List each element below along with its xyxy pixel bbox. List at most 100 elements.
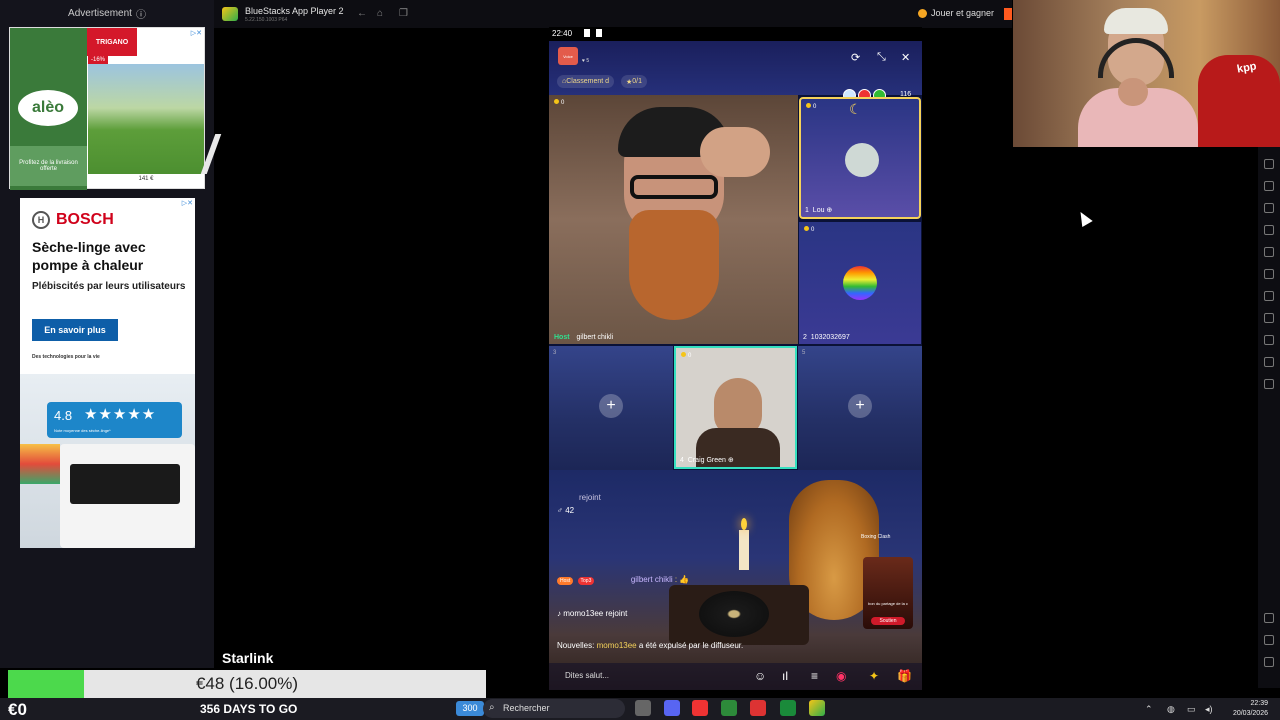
- notification-tab[interactable]: [1004, 8, 1012, 20]
- taskview-icon[interactable]: [635, 700, 651, 716]
- home-icon[interactable]: ⌂: [377, 8, 383, 19]
- keyboard-icon[interactable]: [1264, 159, 1274, 169]
- gamepad-icon[interactable]: [1264, 181, 1274, 191]
- seat-number: 2: [803, 334, 807, 341]
- seat-number: 1: [805, 207, 809, 214]
- back-arrow-icon[interactable]: ←: [357, 8, 367, 19]
- host-tag: Host: [554, 334, 570, 341]
- menu-icon[interactable]: ≡: [811, 669, 818, 683]
- brave-icon[interactable]: [692, 700, 708, 716]
- seat-4[interactable]: 0 4 Craig Green ⊕: [674, 346, 797, 469]
- settings-icon[interactable]: [1264, 613, 1274, 623]
- taskbar-badge[interactable]: 300: [456, 701, 484, 716]
- room-avatar[interactable]: Voice: [558, 47, 578, 65]
- home-icon[interactable]: [1264, 657, 1274, 667]
- jouer-et-gagner-button[interactable]: Jouer et gagner: [931, 8, 994, 18]
- join-seat-plus-icon[interactable]: +: [599, 394, 623, 418]
- mic-icon[interactable]: ◍: [1167, 704, 1175, 715]
- chat-username[interactable]: gilbert chikli: [631, 575, 673, 584]
- close-icon[interactable]: ✕: [901, 51, 910, 64]
- discord-icon[interactable]: [664, 700, 680, 716]
- sync-icon[interactable]: [1264, 379, 1274, 389]
- bosch-brand: BOSCH: [56, 211, 114, 228]
- record-icon[interactable]: [1264, 225, 1274, 235]
- boxing-clash-title[interactable]: Boxing Clash: [861, 534, 891, 540]
- excel-icon[interactable]: [780, 700, 796, 716]
- minimize-icon[interactable]: ⤡: [877, 51, 886, 64]
- days-to-go: 356 DAYS TO GO: [200, 702, 298, 716]
- seat-5-empty[interactable]: 5 +: [798, 346, 922, 470]
- seat-username: Craig Green: [687, 457, 726, 464]
- seat-3-empty[interactable]: 3 +: [549, 346, 673, 470]
- network-icon[interactable]: ▭: [1187, 704, 1196, 715]
- host-seat[interactable]: 0 Host gilbert chikli: [549, 95, 798, 344]
- seat-number: 5: [802, 350, 806, 356]
- screen: Advertisement ⓘ alèo Profitez de la livr…: [0, 0, 1280, 720]
- chat-input[interactable]: Dites salut...: [565, 671, 609, 680]
- host-video: [604, 107, 770, 325]
- back-icon[interactable]: [1264, 635, 1274, 645]
- chat-host-tag: Host: [557, 577, 574, 585]
- chat-count: 42: [565, 506, 575, 515]
- multitask-icon[interactable]: ❐: [399, 8, 408, 19]
- streamer-cap: [1104, 8, 1168, 34]
- play-icon[interactable]: [721, 700, 737, 716]
- boxing-clash-card[interactable]: bon du partage de la c Soutien: [863, 557, 913, 629]
- seat-1[interactable]: 0 ☾ 1 Lou ⊕: [799, 97, 921, 219]
- volume-icon[interactable]: ◂): [1205, 704, 1213, 715]
- news-text: a été expulsé par le diffuseur.: [638, 641, 744, 650]
- host-glasses: [630, 175, 718, 199]
- bosch-title: Sèche-linge avec pompe à chaleur: [32, 239, 146, 273]
- bosch-cta-button[interactable]: En savoir plus: [32, 319, 118, 341]
- gifts-pill[interactable]: ★ 0/1: [621, 75, 648, 88]
- webcam-overlay: kpp: [1013, 0, 1280, 147]
- info-icon[interactable]: ⓘ: [136, 6, 146, 21]
- washer-shape: [60, 444, 195, 548]
- join-seat-plus-icon[interactable]: +: [848, 394, 872, 418]
- chat-join-user[interactable]: momo13ee: [563, 609, 603, 618]
- bosch-product-image: 4.8 ★★★★★ Note moyenne des sèche-linge*: [20, 374, 195, 548]
- search-input[interactable]: Rechercher: [503, 703, 550, 713]
- chat-count-line: ♂ 42: [557, 506, 575, 515]
- shake-icon[interactable]: [1264, 291, 1274, 301]
- avatar[interactable]: [843, 266, 877, 300]
- seat-2[interactable]: 0 2 1032032697: [799, 222, 921, 344]
- emoji-icon[interactable]: ☺: [754, 669, 766, 683]
- adchoices-icon[interactable]: ▷✕: [182, 199, 193, 207]
- washer-panel: [70, 464, 180, 504]
- turntable-shape: [669, 585, 809, 645]
- bluestacks-taskbar-icon[interactable]: [809, 700, 825, 716]
- news-label: Nouvelles:: [557, 641, 595, 650]
- bluestacks-titlebar: BlueStacks App Player 2 5.22.150.1003 P6…: [214, 0, 1012, 28]
- party-icon[interactable]: ✦: [869, 669, 879, 683]
- mic-levels-icon[interactable]: ıl: [782, 669, 788, 683]
- avatar[interactable]: [845, 143, 879, 177]
- adchoices-icon[interactable]: ▷✕: [191, 29, 202, 37]
- media-icon[interactable]: [1264, 247, 1274, 257]
- install-apk-icon[interactable]: [1264, 269, 1274, 279]
- screenshot-icon[interactable]: [1264, 203, 1274, 213]
- share-icon[interactable]: ⟳: [851, 51, 860, 64]
- streamer-hand: [1118, 78, 1148, 106]
- trigano-ad[interactable]: alèo Profitez de la livraison offerte TR…: [9, 27, 256, 190]
- location-icon[interactable]: [1264, 335, 1274, 345]
- clock-date: 20/03/2026: [1232, 710, 1268, 717]
- ranking-pill[interactable]: ⌂ Classement d: [557, 75, 615, 88]
- gift-icon[interactable]: [918, 9, 927, 18]
- battery-icon: [596, 29, 602, 37]
- taskbar-clock[interactable]: 22:39 20/03/2026: [1222, 699, 1268, 719]
- news-user[interactable]: momo13ee: [597, 641, 637, 650]
- game-icon[interactable]: ◉: [836, 669, 846, 683]
- chevron-up-icon[interactable]: ⌃: [1145, 704, 1153, 715]
- macro-icon[interactable]: [1264, 357, 1274, 367]
- aleo-logo: alèo: [18, 90, 78, 126]
- seat-coins: 0: [681, 352, 691, 359]
- chrome-icon[interactable]: [750, 700, 766, 716]
- slide-shape: [200, 134, 256, 174]
- taskbar-search[interactable]: ⌕ Rechercher: [483, 699, 625, 718]
- gift-icon[interactable]: 🎁: [897, 669, 912, 683]
- boxing-support-button[interactable]: Soutien: [871, 617, 905, 625]
- chat-joined-faded: rejoint: [579, 493, 601, 502]
- rotate-icon[interactable]: [1264, 313, 1274, 323]
- bosch-ad[interactable]: H BOSCH Sèche-linge avec pompe à chaleur…: [20, 198, 195, 548]
